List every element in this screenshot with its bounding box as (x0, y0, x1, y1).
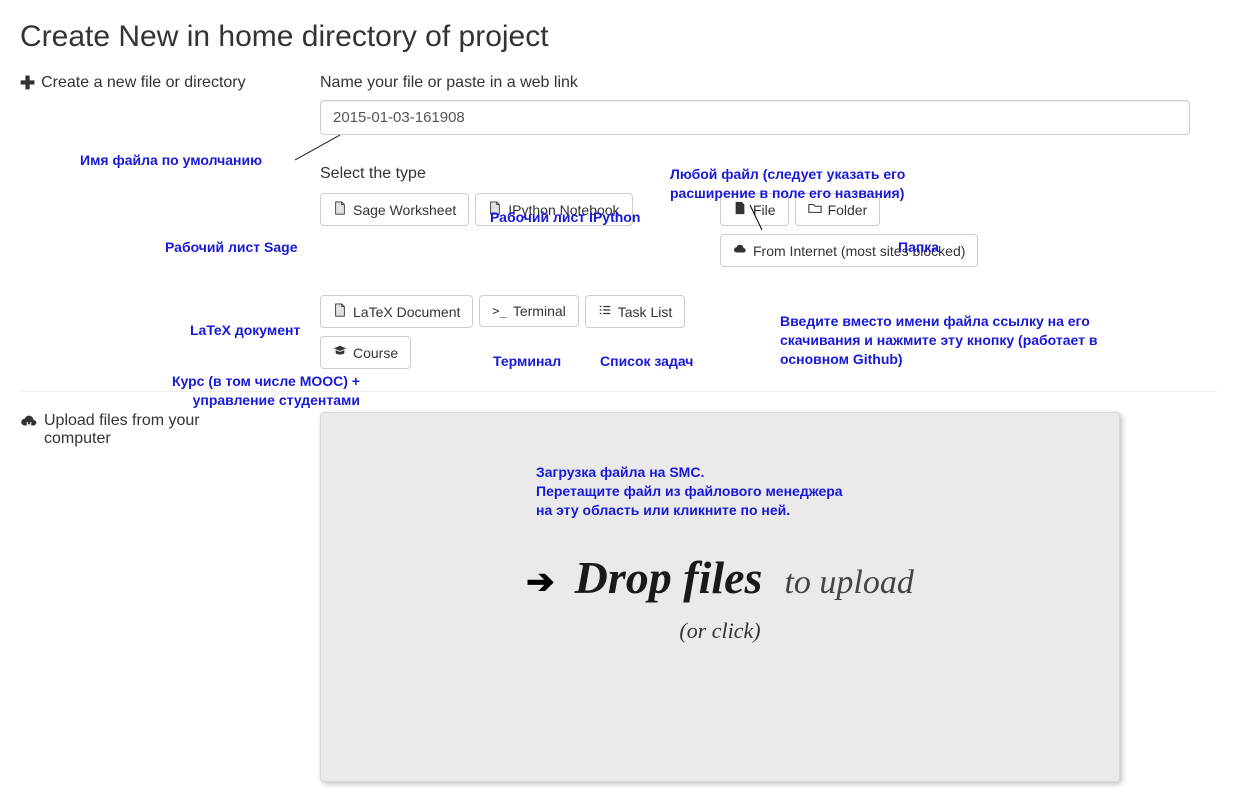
page-title: Create New in home directory of project (20, 20, 1217, 54)
arrow-right-icon: ➔ (526, 562, 555, 602)
course-button[interactable]: Course (320, 336, 411, 369)
dropzone[interactable]: Загрузка файла на SMC. Перетащите файл и… (320, 412, 1120, 782)
cloud-icon (733, 242, 747, 259)
upload-section-label: Upload files from your computer (44, 412, 264, 448)
dropzone-or-text: (or click) (679, 618, 760, 644)
annotation-course: Курс (в том числе MOOC) + управление сту… (120, 372, 360, 410)
graduation-cap-icon (333, 344, 347, 361)
create-section-head: ✚ Create a new file or directory (20, 74, 310, 92)
dropzone-main-text: Drop files (575, 551, 763, 604)
annotation-folder: Папка (898, 238, 939, 257)
plus-icon: ✚ (20, 74, 35, 92)
folder-icon (808, 201, 822, 218)
tasklist-button[interactable]: Task List (585, 295, 685, 328)
annotation-any-file: Любой файл (следует указать его расширен… (670, 165, 990, 203)
file-icon (733, 201, 747, 218)
annotation-terminal: Терминал (493, 352, 561, 371)
annotation-upload: Загрузка файла на SMC. Перетащите файл и… (536, 463, 896, 520)
cloud-upload-icon (20, 412, 38, 435)
name-label: Name your file or paste in a web link (320, 74, 1217, 92)
terminal-button[interactable]: >_ Terminal (479, 295, 578, 327)
annotation-default-name: Имя файла по умолчанию (80, 151, 262, 170)
annotation-internet: Введите вместо имени файла ссылку на его… (780, 312, 1120, 369)
dropzone-sub-text: to upload (784, 564, 913, 602)
terminal-icon: >_ (492, 304, 506, 318)
document-icon (333, 303, 347, 320)
annotation-tasklist: Список задач (600, 352, 693, 371)
document-icon (333, 201, 347, 218)
annotation-sage: Рабочий лист Sage (165, 238, 298, 257)
annotation-ipython: Рабочий лист IPython (490, 208, 640, 227)
filename-input[interactable] (320, 100, 1190, 135)
from-internet-button[interactable]: From Internet (most sites blocked) (720, 234, 978, 267)
page-container: Create New in home directory of project … (20, 20, 1217, 782)
latex-document-button[interactable]: LaTeX Document (320, 295, 473, 328)
annotation-latex: LaTeX документ (190, 321, 300, 340)
upload-section-head: Upload files from your computer (20, 412, 310, 448)
list-icon (598, 303, 612, 320)
create-section-label: Create a new file or directory (41, 74, 246, 92)
sage-worksheet-button[interactable]: Sage Worksheet (320, 193, 469, 226)
upload-row: Upload files from your computer Загрузка… (20, 412, 1217, 782)
